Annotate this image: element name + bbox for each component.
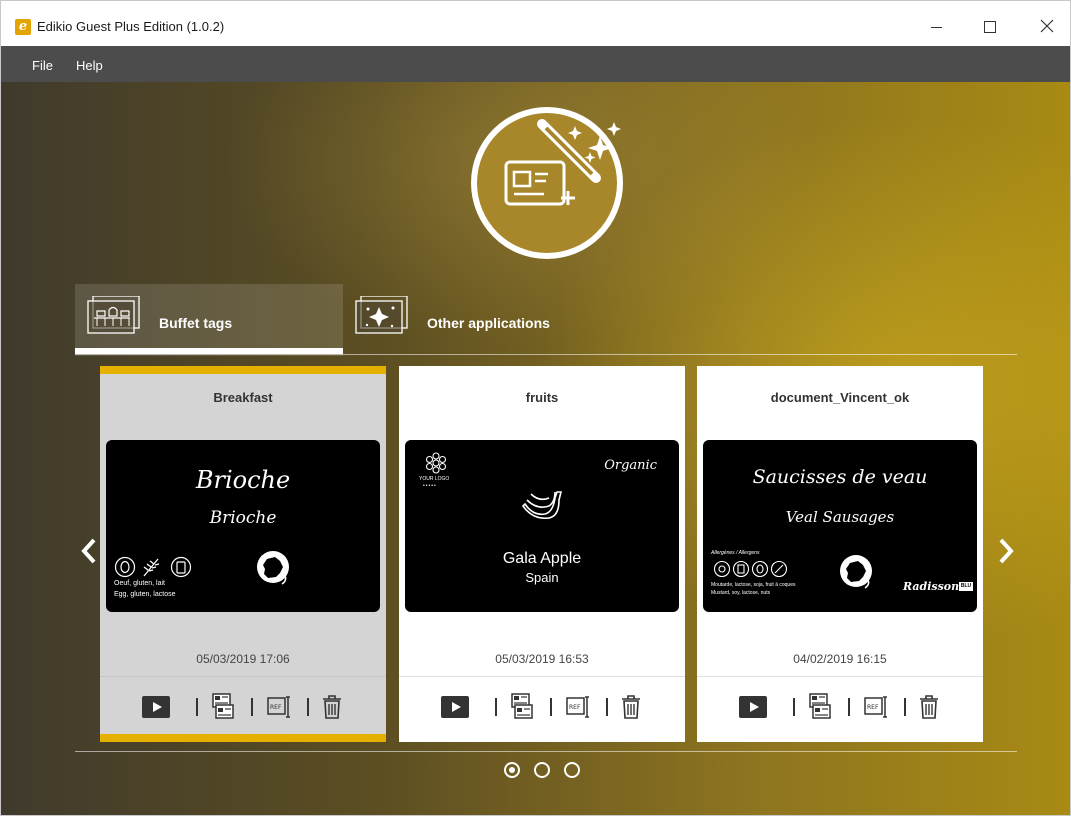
tab-label: Buffet tags bbox=[159, 315, 233, 331]
tab-other-applications[interactable]: Other applications bbox=[343, 284, 643, 356]
action-separator bbox=[495, 698, 497, 716]
close-button[interactable] bbox=[1024, 11, 1070, 41]
card-date: 05/03/2019 17:06 bbox=[196, 652, 290, 666]
france-flag-icon bbox=[257, 551, 289, 585]
page-dot-1[interactable] bbox=[504, 762, 520, 778]
allergens-en: Egg, gluten, lactose bbox=[114, 591, 176, 598]
label-preview[interactable]: YOUR LOGO ••••• Organic Gala Apple Spain bbox=[405, 440, 679, 612]
label-name-en: Brioche bbox=[209, 508, 277, 528]
action-separator bbox=[848, 698, 850, 716]
action-separator bbox=[196, 698, 198, 716]
logo-text: YOUR LOGO bbox=[419, 476, 450, 482]
carousel-divider bbox=[75, 751, 1017, 752]
document-card-breakfast[interactable]: Breakfast Brioche Brioche Oeuf, gluten, … bbox=[100, 366, 386, 742]
svg-text:REF: REF bbox=[867, 704, 879, 711]
card-actions: REF bbox=[100, 692, 386, 722]
allergen-icons bbox=[114, 556, 192, 578]
menu-file[interactable]: File bbox=[32, 58, 53, 73]
label-name-fr: Brioche bbox=[195, 466, 291, 494]
card-date: 04/02/2019 16:15 bbox=[793, 652, 887, 666]
menu-help[interactable]: Help bbox=[76, 58, 103, 73]
reference-icon[interactable]: REF bbox=[266, 692, 294, 722]
logo-flower-icon bbox=[425, 452, 447, 474]
tab-buffet-tags[interactable]: Buffet tags bbox=[75, 284, 343, 356]
banana-icon bbox=[521, 491, 563, 520]
trash-icon[interactable] bbox=[619, 692, 643, 722]
document-card-document-vincent-ok[interactable]: document_Vincent_ok Saucisses de veau Ve… bbox=[697, 366, 983, 742]
play-icon[interactable] bbox=[441, 696, 469, 718]
menu-bar: File Help bbox=[0, 46, 1071, 82]
minimize-button[interactable] bbox=[914, 11, 960, 41]
tabs-divider bbox=[75, 354, 1017, 355]
label-name-fr: Saucisses de veau bbox=[752, 466, 928, 488]
duplicate-icon[interactable] bbox=[509, 692, 535, 722]
logo-stars: ••••• bbox=[423, 483, 437, 489]
reference-icon[interactable]: REF bbox=[565, 692, 593, 722]
france-flag-icon bbox=[840, 555, 872, 589]
play-icon[interactable] bbox=[142, 696, 170, 718]
card-title: Breakfast bbox=[213, 390, 273, 405]
label-preview[interactable]: Saucisses de veau Veal Sausages Allergèn… bbox=[703, 440, 977, 612]
document-card-fruits[interactable]: fruits YOUR LOGO ••••• Organic Gala Appl… bbox=[399, 366, 685, 742]
play-icon[interactable] bbox=[739, 696, 767, 718]
reference-icon[interactable]: REF bbox=[863, 692, 891, 722]
product-origin: Spain bbox=[525, 570, 559, 585]
card-date: 05/03/2019 16:53 bbox=[495, 652, 589, 666]
action-separator bbox=[793, 698, 795, 716]
card-actions: REF bbox=[399, 692, 685, 722]
action-separator bbox=[606, 698, 608, 716]
action-separator bbox=[251, 698, 253, 716]
card-actions: REF bbox=[697, 692, 983, 722]
previous-arrow-icon[interactable] bbox=[79, 536, 99, 566]
allergens-en: Mustard, soy, lactose, nuts bbox=[711, 590, 771, 596]
page-dot-3[interactable] bbox=[564, 762, 580, 778]
sparkle-card-icon bbox=[355, 296, 408, 334]
magic-wand-card-icon[interactable] bbox=[468, 104, 626, 262]
blu-badge: BLU bbox=[959, 582, 973, 591]
product-name: Gala Apple bbox=[502, 550, 582, 567]
duplicate-icon[interactable] bbox=[807, 692, 833, 722]
card-divider bbox=[399, 676, 685, 677]
radisson-logo: Radisson bbox=[903, 580, 960, 593]
card-divider bbox=[100, 676, 386, 677]
action-separator bbox=[550, 698, 552, 716]
edikio-app-icon: e bbox=[15, 19, 31, 35]
window-title: Edikio Guest Plus Edition (1.0.2) bbox=[37, 19, 225, 34]
tab-label: Other applications bbox=[427, 315, 550, 331]
main-area: Buffet tags Other applications Breakfast… bbox=[0, 82, 1071, 816]
organic-badge: Organic bbox=[604, 458, 657, 473]
maximize-button[interactable] bbox=[967, 11, 1013, 41]
allergens-fr: Oeuf, gluten, lait bbox=[114, 580, 165, 587]
trash-icon[interactable] bbox=[320, 692, 344, 722]
label-preview[interactable]: Brioche Brioche Oeuf, gluten, lait Egg, … bbox=[106, 440, 380, 612]
card-title: fruits bbox=[525, 390, 559, 405]
allergens-fr: Moutarde, lactose, soja, fruit à coques bbox=[711, 582, 796, 588]
allergen-heading: Allergènes / Allergens bbox=[711, 550, 760, 556]
svg-text:REF: REF bbox=[270, 704, 282, 711]
buffet-icon bbox=[87, 296, 140, 334]
action-separator bbox=[904, 698, 906, 716]
trash-icon[interactable] bbox=[917, 692, 941, 722]
close-icon bbox=[1040, 19, 1054, 33]
card-divider bbox=[697, 676, 983, 677]
svg-text:REF: REF bbox=[569, 704, 581, 711]
action-separator bbox=[307, 698, 309, 716]
card-title: document_Vincent_ok bbox=[770, 390, 910, 405]
allergen-icons bbox=[713, 560, 788, 578]
duplicate-icon[interactable] bbox=[210, 692, 236, 722]
title-bar: e Edikio Guest Plus Edition (1.0.2) bbox=[0, 0, 1071, 46]
label-name-en: Veal Sausages bbox=[785, 508, 895, 526]
next-arrow-icon[interactable] bbox=[996, 536, 1016, 566]
page-dot-2[interactable] bbox=[534, 762, 550, 778]
